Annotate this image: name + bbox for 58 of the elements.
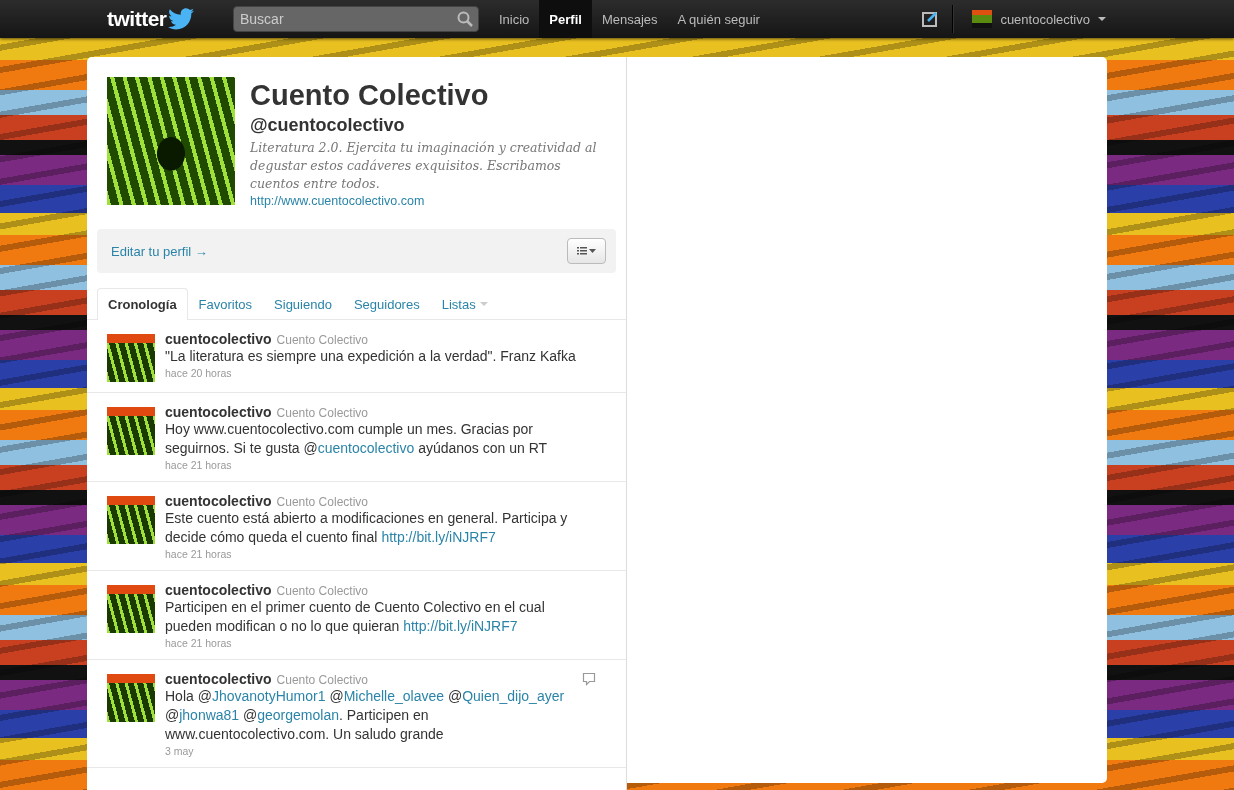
tweet-full-name: Cuento Colectivo xyxy=(276,333,368,347)
mention-link[interactable]: http://bit.ly/iNJRF7 xyxy=(381,529,496,545)
compose-icon[interactable] xyxy=(922,11,939,27)
tweet-time[interactable]: hace 21 horas xyxy=(165,459,606,471)
list-menu-button[interactable] xyxy=(567,238,606,264)
nav-item[interactable]: Mensajes xyxy=(591,0,668,38)
tab[interactable]: Cronología xyxy=(97,288,188,320)
search-field[interactable]: Buscar xyxy=(233,6,479,32)
tweet-time[interactable]: hace 20 horas xyxy=(165,367,606,379)
mention-link[interactable]: JhovanotyHumor1 xyxy=(211,688,326,704)
nav-item[interactable]: Perfil xyxy=(539,0,592,38)
tweet-username[interactable]: cuentocolectivo xyxy=(165,582,272,598)
search-icon xyxy=(457,11,473,27)
profile-handle: @cuentocolectivo xyxy=(250,115,405,136)
tweet-time[interactable]: hace 21 horas xyxy=(165,637,606,649)
list-icon xyxy=(576,246,597,256)
nav-item[interactable]: Inicio xyxy=(489,0,540,38)
tweet-text: Este cuento está abierto a modificaciones en general. Participa y decide cómo queda el cuento final http://bit.ly/iNJRF7 xyxy=(165,509,569,547)
tab[interactable]: Favoritos xyxy=(187,288,264,319)
tweet-full-name: Cuento Colectivo xyxy=(276,495,368,509)
tweet-username[interactable]: cuentocolectivo xyxy=(165,331,272,347)
nav-item[interactable]: A quién seguir xyxy=(667,0,770,38)
mention-link[interactable]: http://bit.ly/iNJRF7 xyxy=(403,618,518,634)
tweet-text: Hola @JhovanotyHumor1 @Michelle_olavee @Quien_dijo_ayer @jhonwa81 @georgemolan. Participen en www.cuentocolectivo.com. Un saludo grande xyxy=(165,687,566,744)
account-menu[interactable]: cuentocolectivo xyxy=(972,10,1106,28)
speech-bubble-icon[interactable] xyxy=(582,672,596,686)
avatar-image xyxy=(107,334,155,382)
mention-link[interactable]: georgemolan xyxy=(257,707,339,723)
tweet-text: Hoy www.cuentocolectivo.com cumple un mes. Gracias por seguirnos. Si te gusta @cuentocolectivo ayúdanos con un RT xyxy=(165,420,549,458)
tab[interactable]: Listas xyxy=(430,288,499,319)
logo-text[interactable]: twitter xyxy=(107,7,167,31)
edit-profile-link[interactable]: Editar tu perfil → xyxy=(111,243,208,259)
profile-bio: Literatura 2.0. Ejercita tu imaginación y creatividad al degustar estos cadáveres exquisitos. Escribamos cuentos entre todos. xyxy=(250,139,598,193)
tab[interactable]: Siguiendo xyxy=(263,288,343,319)
tweet-username[interactable]: cuentocolectivo xyxy=(165,671,272,687)
avatar-image xyxy=(107,496,155,544)
tweet-text: "La literatura es siempre una expedición a la verdad". Franz Kafka xyxy=(165,347,577,366)
caret-icon xyxy=(1098,17,1106,21)
mention-link[interactable]: cuentocolectivo xyxy=(317,440,415,456)
tab[interactable]: Seguidores xyxy=(342,288,431,319)
tweet-time[interactable]: hace 21 horas xyxy=(165,548,606,560)
avatar-image xyxy=(107,585,155,633)
bird-icon xyxy=(167,8,194,30)
tweet-time[interactable]: 3 may xyxy=(165,745,606,757)
profile-name: Cuento Colectivo xyxy=(250,79,489,112)
profile-link[interactable]: http://www.cuentocolectivo.com xyxy=(250,194,425,208)
avatar-image xyxy=(107,407,155,455)
avatar-image xyxy=(107,674,155,722)
tweet-full-name: Cuento Colectivo xyxy=(276,406,368,420)
tweet-username[interactable]: cuentocolectivo xyxy=(165,404,272,420)
avatar-image xyxy=(972,10,993,28)
mention-link[interactable]: Michelle_olavee xyxy=(343,688,445,704)
tweet-full-name: Cuento Colectivo xyxy=(276,584,368,598)
mention-link[interactable]: jhonwa81 xyxy=(179,707,240,723)
tweet-username[interactable]: cuentocolectivo xyxy=(165,493,272,509)
tweet-text: Participen en el primer cuento de Cuento Colectivo en el cual pueden modifican o no lo que quieran http://bit.ly/iNJRF7 xyxy=(165,598,546,636)
mention-link[interactable]: Quien_dijo_ayer xyxy=(462,688,565,704)
tweet-full-name: Cuento Colectivo xyxy=(276,673,368,687)
